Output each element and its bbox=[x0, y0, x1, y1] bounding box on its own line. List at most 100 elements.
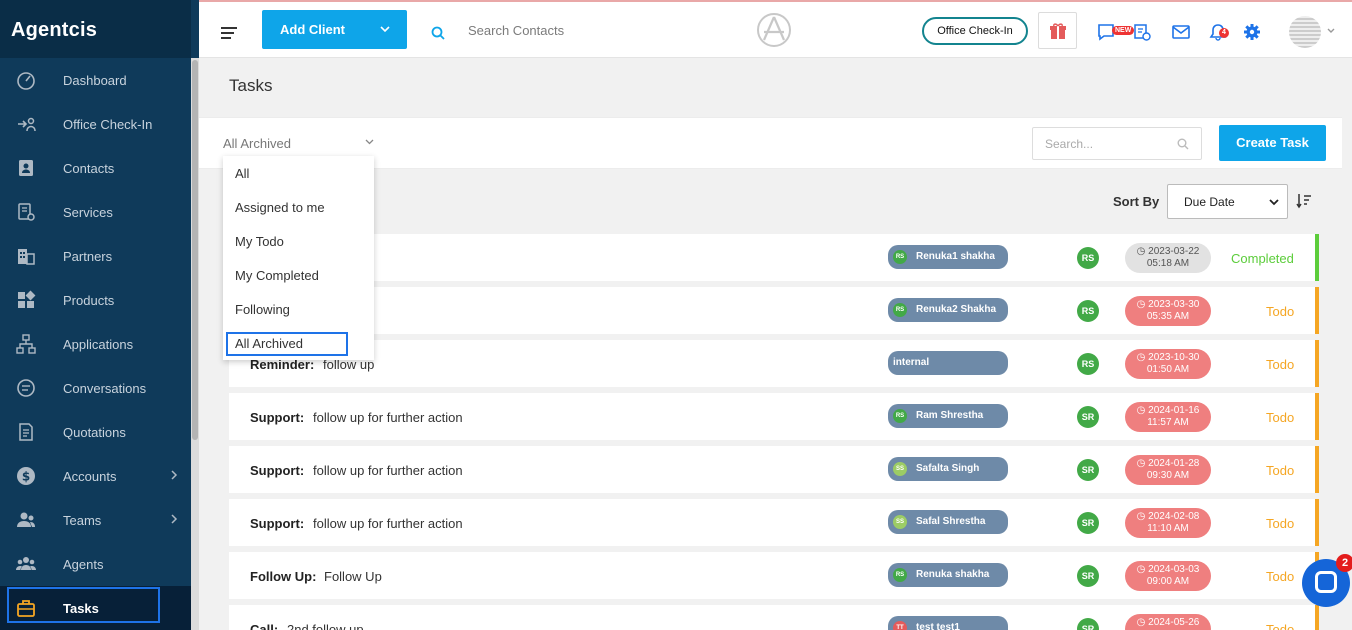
assignee-avatar: RS bbox=[893, 409, 907, 423]
filter-option-all[interactable]: All bbox=[235, 166, 249, 181]
due-date: 2023-10-30 bbox=[1148, 352, 1200, 363]
due-date: 2024-02-08 bbox=[1148, 511, 1200, 522]
svg-text:$: $ bbox=[22, 470, 30, 484]
assignee-avatar: RS bbox=[893, 303, 907, 317]
task-filter-select[interactable]: All Archived bbox=[223, 136, 291, 151]
filter-option-assigned-to-me[interactable]: Assigned to me bbox=[235, 200, 325, 215]
sort-order-icon[interactable] bbox=[1296, 193, 1312, 209]
task-status[interactable]: Todo bbox=[1266, 569, 1294, 584]
sidebar-item-label: Teams bbox=[63, 512, 102, 528]
mail-icon[interactable] bbox=[1172, 23, 1190, 41]
filter-option-following[interactable]: Following bbox=[235, 302, 290, 317]
task-row[interactable]: Call: 2nd follow up TT test test1 SR ◷ 20… bbox=[229, 605, 1319, 630]
clock-icon: ◷ bbox=[1136, 405, 1149, 416]
chevron-down-icon[interactable] bbox=[365, 139, 374, 145]
user-avatar[interactable] bbox=[1289, 16, 1321, 48]
contacts-icon bbox=[19, 160, 33, 176]
assignee-avatar: RS bbox=[893, 568, 907, 582]
chevron-down-icon[interactable] bbox=[1327, 28, 1335, 34]
sidebar-item-conversations[interactable]: Conversations bbox=[0, 366, 191, 410]
assignee-name: Renuka2 Shakha bbox=[916, 304, 997, 315]
sidebar-item-label: Agents bbox=[63, 556, 104, 572]
sidebar-item-accounts[interactable]: $ Accounts bbox=[0, 454, 191, 498]
chevron-right-icon bbox=[171, 470, 178, 480]
sidebar-item-agents[interactable]: Agents bbox=[0, 542, 191, 586]
task-status[interactable]: Todo bbox=[1266, 304, 1294, 319]
menu-toggle-icon[interactable] bbox=[221, 27, 237, 39]
teams-icon bbox=[17, 512, 35, 527]
dashboard-icon bbox=[17, 72, 35, 90]
search-contacts-input[interactable]: Search Contacts bbox=[468, 23, 564, 38]
task-status[interactable]: Todo bbox=[1266, 622, 1294, 630]
task-status[interactable]: Todo bbox=[1266, 357, 1294, 372]
assignee-name: Renuka1 shakha bbox=[916, 251, 995, 262]
sidebar-item-label: Dashboard bbox=[63, 72, 127, 88]
due-date: 2024-01-16 bbox=[1148, 405, 1200, 416]
sidebar-item-services[interactable]: Services bbox=[0, 190, 191, 234]
sidebar-item-products[interactable]: Products bbox=[0, 278, 191, 322]
task-search-input[interactable]: Search... bbox=[1032, 127, 1202, 160]
sidebar-item-dashboard[interactable]: Dashboard bbox=[0, 58, 191, 102]
due-date-badge: ◷ 2023-03-30 05:35 AM bbox=[1125, 296, 1211, 326]
due-date: 2024-01-28 bbox=[1148, 458, 1200, 469]
task-checklist-icon[interactable] bbox=[1133, 23, 1151, 41]
owner-avatar: SR bbox=[1077, 406, 1099, 428]
accounts-icon: $ bbox=[17, 467, 35, 485]
task-row[interactable]: Reminder: follow up internal RS ◷ 2023-1… bbox=[229, 340, 1319, 387]
task-description: follow up for further action bbox=[313, 516, 463, 531]
due-date-badge: ◷ 2023-10-30 01:50 AM bbox=[1125, 349, 1211, 379]
top-bar: Add Client Search Contacts Office Check-… bbox=[199, 0, 1352, 58]
sidebar-item-quotations[interactable]: Quotations bbox=[0, 410, 191, 454]
assignee-chip: SS Safalta Singh bbox=[888, 457, 1008, 481]
assignee-chip: RS Renuka1 shakha bbox=[888, 245, 1008, 269]
due-date: 2024-05-26 bbox=[1148, 617, 1200, 628]
sidebar-item-contacts[interactable]: Contacts bbox=[0, 146, 191, 190]
main-scrollbar[interactable] bbox=[1344, 58, 1352, 630]
assignee-chip: RS Renuka2 Shakha bbox=[888, 298, 1008, 322]
new-badge: NEW bbox=[1112, 26, 1135, 35]
assignee-name: Safalta Singh bbox=[916, 463, 980, 474]
office-checkin-button[interactable]: Office Check-In bbox=[922, 17, 1028, 45]
due-time: 01:50 AM bbox=[1146, 364, 1190, 375]
sidebar-item-label: Products bbox=[63, 292, 115, 308]
conversations-icon bbox=[17, 379, 35, 397]
owner-avatar: SR bbox=[1077, 565, 1099, 587]
filter-option-my-todo[interactable]: My Todo bbox=[235, 234, 284, 249]
search-icon[interactable] bbox=[431, 26, 445, 40]
page-title: Tasks bbox=[229, 76, 273, 95]
task-row[interactable]: Follow Up: Follow Up RS Renuka shakha SR … bbox=[229, 552, 1319, 599]
task-status[interactable]: Todo bbox=[1266, 516, 1294, 531]
services-icon bbox=[18, 203, 35, 221]
task-status[interactable]: Todo bbox=[1266, 410, 1294, 425]
task-row[interactable]: Support: follow up for further action RS… bbox=[229, 393, 1319, 440]
task-row[interactable]: RS Renuka2 Shakha RS ◷ 2023-03-30 05:35 AM… bbox=[229, 287, 1319, 334]
sidebar-item-label: Applications bbox=[63, 336, 134, 352]
sidebar-item-applications[interactable]: Applications bbox=[0, 322, 191, 366]
clock-icon: ◷ bbox=[1136, 511, 1149, 522]
settings-gear-icon[interactable] bbox=[1243, 23, 1261, 41]
sidebar-item-office-checkin[interactable]: Office Check-In bbox=[0, 102, 191, 146]
task-description: 2nd follow up bbox=[287, 622, 364, 630]
filter-option-my-completed[interactable]: My Completed bbox=[235, 268, 319, 283]
task-row[interactable]: Support: follow up for further action SS… bbox=[229, 499, 1319, 546]
task-status[interactable]: Completed bbox=[1231, 251, 1294, 266]
clock-icon: ◷ bbox=[1136, 246, 1149, 257]
sidebar-item-partners[interactable]: Partners bbox=[0, 234, 191, 278]
sidebar-scrollbar[interactable] bbox=[191, 58, 199, 630]
scrollbar-thumb[interactable] bbox=[192, 60, 198, 440]
clock-icon: ◷ bbox=[1136, 617, 1149, 628]
add-client-button[interactable]: Add Client bbox=[262, 10, 407, 49]
filter-option-all-archived[interactable]: All Archived bbox=[235, 336, 303, 351]
chevron-down-icon[interactable] bbox=[380, 25, 390, 33]
sidebar-item-teams[interactable]: Teams bbox=[0, 498, 191, 542]
create-task-button[interactable]: Create Task bbox=[1219, 125, 1326, 161]
due-date: 2023-03-22 bbox=[1148, 246, 1200, 257]
sort-by-select[interactable]: Due Date bbox=[1167, 184, 1288, 219]
task-row[interactable]: RS Renuka1 shakha RS ◷ 2023-03-22 05:18 AM… bbox=[229, 234, 1319, 281]
task-row[interactable]: Support: follow up for further action SS… bbox=[229, 446, 1319, 493]
owner-avatar: SR bbox=[1077, 618, 1099, 630]
chevron-right-icon bbox=[171, 514, 178, 524]
brand-logo[interactable]: Agentcis bbox=[0, 0, 191, 58]
task-status[interactable]: Todo bbox=[1266, 463, 1294, 478]
gift-button[interactable] bbox=[1038, 12, 1077, 49]
